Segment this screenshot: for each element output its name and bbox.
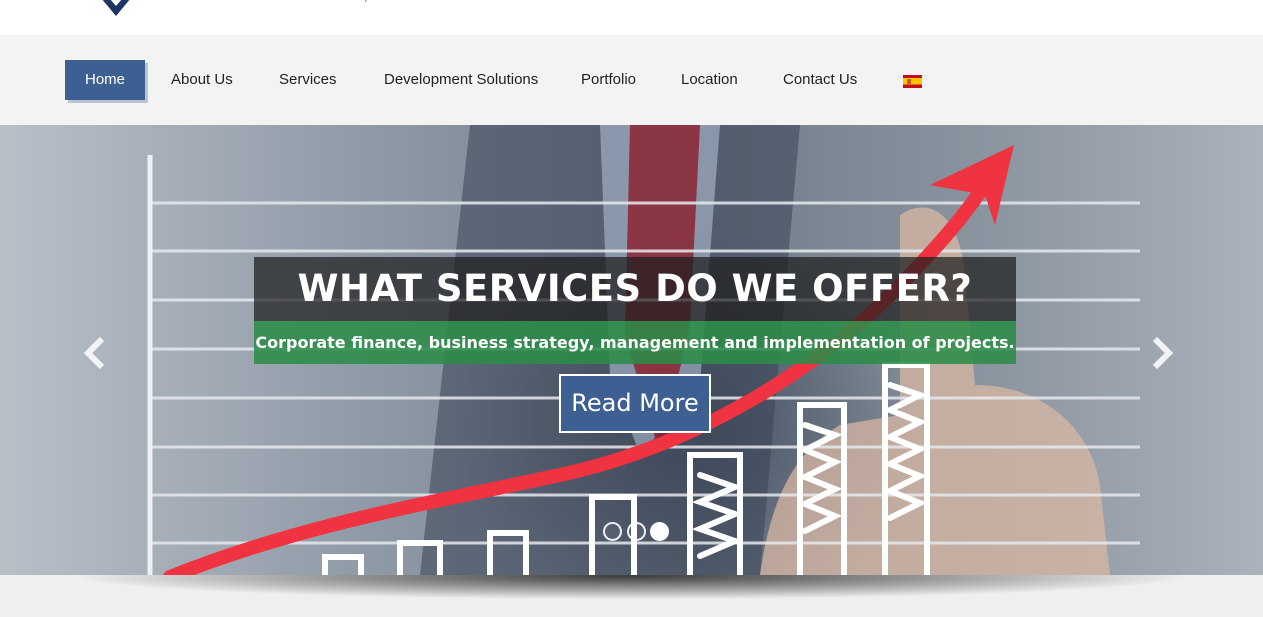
nav-portfolio[interactable]: Portfolio — [581, 60, 636, 100]
slide-title: WHAT SERVICES DO WE OFFER? — [254, 257, 1016, 321]
company-logo[interactable] — [92, 0, 140, 20]
nav-location[interactable]: Location — [681, 60, 738, 100]
slide-caption: WHAT SERVICES DO WE OFFER? Corporate fin… — [254, 257, 1016, 364]
slider-dot-3[interactable] — [650, 522, 669, 541]
nav-development-solutions[interactable]: Development Solutions — [384, 60, 538, 100]
nav-about-us[interactable]: About Us — [171, 60, 233, 100]
chevron-left-icon[interactable] — [80, 333, 110, 373]
hero-slider: WHAT SERVICES DO WE OFFER? Corporate fin… — [0, 125, 1263, 575]
spain-flag-icon[interactable] — [903, 75, 922, 88]
read-more-button[interactable]: Read More — [559, 374, 711, 433]
logo-text-fragment — [364, 0, 372, 2]
slider-shadow-strip — [0, 575, 1263, 617]
slider-dot-1[interactable] — [603, 522, 622, 541]
nav-home[interactable]: Home — [65, 60, 146, 100]
header-top — [0, 0, 1263, 35]
slider-drop-shadow — [80, 575, 1180, 599]
nav-services[interactable]: Services — [279, 60, 337, 100]
slider-dot-2[interactable] — [627, 522, 646, 541]
chevron-right-icon[interactable] — [1147, 333, 1177, 373]
slider-pagination — [599, 522, 679, 542]
nav-contact-us[interactable]: Contact Us — [783, 60, 857, 100]
slide-subtitle: Corporate finance, business strategy, ma… — [254, 321, 1016, 364]
main-nav: Home About Us Services Development Solut… — [0, 35, 1263, 125]
